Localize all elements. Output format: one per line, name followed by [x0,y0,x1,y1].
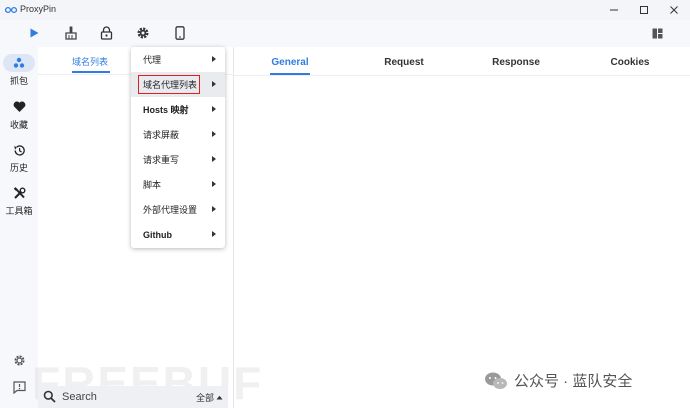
menu-item-label: Hosts 映射 [143,105,189,115]
close-icon [670,6,678,14]
menu-item-label: 代理 [143,55,162,65]
watermark-wechat-text: 公众号 · 蓝队安全 [514,373,633,390]
rail-item-favorites[interactable]: 收藏 [0,98,38,138]
filter-select-value: 全部 [196,393,215,403]
layout-toggle-button[interactable] [649,25,665,41]
tab-domain-list[interactable]: 域名列表 [72,55,108,68]
details-panel: General Request Response Cookies [234,47,690,408]
tab-request[interactable]: Request [378,57,430,68]
divider [234,75,690,76]
minimize-button[interactable] [599,0,629,20]
settings-icon [13,354,25,366]
maximize-button[interactable] [629,0,659,20]
maximize-icon [640,6,648,14]
menu-item-request-block[interactable]: 请求屏蔽 [131,122,225,147]
rail-item-history[interactable]: 历史 [0,141,38,181]
history-icon [13,144,25,156]
mobile-connect-button[interactable] [172,25,188,41]
caret-right-icon [212,81,216,87]
broom-icon [65,26,77,40]
highlight-box [138,75,200,94]
search-icon [43,390,56,403]
menu-item-github[interactable]: Github [131,222,225,247]
nav-rail: 抓包 收藏 历史 工具箱 [0,47,38,408]
settings-menu-button[interactable] [135,25,151,41]
caret-right-icon [212,181,216,187]
tab-cookies[interactable]: Cookies [606,57,654,68]
tools-icon [13,186,25,199]
rail-item-history-pill [3,141,35,159]
menu-item-label: 外部代理设置 [143,205,198,215]
rail-item-toolbox[interactable]: 工具箱 [0,184,38,224]
play-icon [30,28,39,38]
window-title: ProxyPin [20,4,57,14]
close-button[interactable] [659,0,689,20]
title-bar: ProxyPin [0,0,690,20]
phone-icon [175,26,185,40]
caret-up-icon [216,395,223,400]
rail-item-label: 收藏 [9,120,28,130]
toolbar [0,20,690,47]
caret-right-icon [212,106,216,112]
filter-select[interactable]: 全部 [196,391,223,404]
caret-right-icon [212,206,216,212]
rail-item-label: 抓包 [9,76,28,86]
rail-item-capture-pill [3,54,35,72]
menu-item-label: 请求屏蔽 [143,130,180,140]
rail-settings-button[interactable] [11,352,27,368]
rail-item-capture[interactable]: 抓包 [0,54,38,94]
watermark-wechat: 公众号 · 蓝队安全 [484,370,632,391]
menu-item-request-rewrite[interactable]: 请求重写 [131,147,225,172]
wechat-icon [485,372,507,389]
rail-item-label: 工具箱 [5,206,33,216]
lock-icon [100,26,112,40]
ssl-lock-button[interactable] [98,25,114,41]
tab-general[interactable]: General [270,57,310,68]
menu-item-hosts-mapping[interactable]: Hosts 映射 [131,97,225,122]
caret-right-icon [212,131,216,137]
gear-icon [137,27,149,39]
caret-right-icon [212,231,216,237]
caret-right-icon [212,156,216,162]
layout-icon [652,28,662,38]
menu-item-label: 请求重写 [143,155,180,165]
rail-feedback-button[interactable] [11,379,27,395]
capture-icon [13,57,25,68]
menu-item-domain-proxy-list[interactable]: 域名代理列表 [131,72,225,97]
search-bar: 全部 [38,386,228,408]
heart-icon [13,101,25,112]
menu-item-label: 脚本 [143,180,162,190]
app-logo-icon [5,6,17,14]
rail-item-toolbox-pill [3,184,35,202]
menu-item-external-proxy[interactable]: 外部代理设置 [131,197,225,222]
minimize-icon [610,9,618,11]
rail-item-favorites-pill [3,98,35,116]
tab-indicator [72,71,110,73]
search-input[interactable] [62,389,172,405]
clear-button[interactable] [63,25,79,41]
tab-response[interactable]: Response [488,57,544,68]
feedback-icon [12,380,26,394]
menu-item-script[interactable]: 脚本 [131,172,225,197]
rail-item-label: 历史 [9,163,28,173]
menu-item-label: Github [143,229,172,240]
settings-dropdown-menu: 代理 域名代理列表 Hosts 映射 请求屏蔽 请求重写 脚本 外部代理设置 G… [131,47,225,248]
caret-right-icon [212,56,216,62]
start-capture-button[interactable] [26,25,42,41]
menu-item-proxy[interactable]: 代理 [131,47,225,72]
